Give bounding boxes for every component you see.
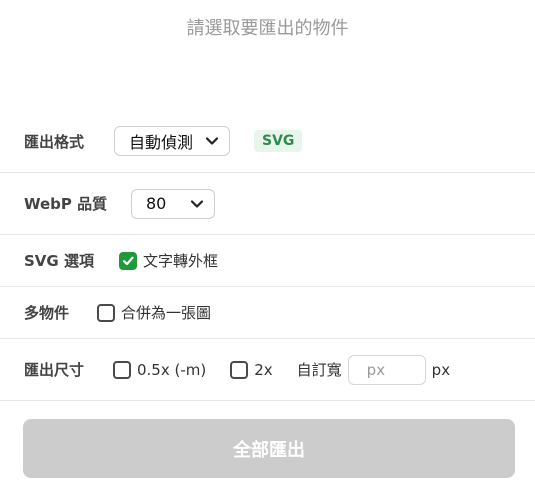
svg-options-label: SVG 選項: [24, 252, 94, 270]
webp-row: WebP 品質 80: [0, 173, 535, 235]
half-size-label: 0.5x (-m): [137, 360, 207, 379]
double-size-option[interactable]: 2x: [230, 360, 273, 379]
custom-width-input[interactable]: px: [347, 354, 426, 385]
webp-quality-value: 80: [146, 194, 167, 213]
format-row: 匯出格式 自動偵測 SVG: [0, 110, 535, 173]
half-size-option[interactable]: 0.5x (-m): [113, 360, 207, 379]
size-label: 匯出尺寸: [24, 361, 85, 379]
merge-checkbox[interactable]: [97, 303, 115, 322]
chevron-down-icon: [190, 199, 204, 208]
text-outline-option[interactable]: 文字轉外框: [119, 250, 218, 271]
webp-label: WebP 品質: [24, 195, 108, 213]
multi-label: 多物件: [24, 304, 70, 322]
half-size-checkbox[interactable]: [113, 360, 131, 379]
custom-width-unit: px: [431, 360, 451, 379]
size-row: 匯出尺寸 0.5x (-m) 2x 自訂寬 px px: [0, 339, 535, 401]
custom-width-label: 自訂寬: [296, 361, 342, 379]
format-label: 匯出格式: [24, 132, 85, 151]
checkmark-icon: [122, 256, 134, 265]
text-outline-checkbox[interactable]: [119, 251, 137, 270]
chevron-down-icon: [205, 137, 219, 145]
selection-hint: 請選取要匯出的物件: [186, 18, 349, 39]
format-select[interactable]: 自動偵測: [114, 126, 230, 156]
merge-label: 合併為一張圖: [121, 304, 212, 322]
text-outline-label: 文字轉外框: [143, 252, 219, 270]
format-badge: SVG: [254, 130, 303, 152]
merge-option[interactable]: 合併為一張圖: [97, 302, 211, 323]
double-size-label: 2x: [254, 360, 273, 379]
custom-width-placeholder: px: [366, 360, 386, 379]
export-all-button[interactable]: 全部匯出: [23, 419, 515, 478]
svg-options-row: SVG 選項 文字轉外框: [0, 235, 535, 287]
webp-quality-select[interactable]: 80: [131, 188, 215, 219]
format-select-value: 自動偵測: [129, 133, 194, 152]
multi-row: 多物件 合併為一張圖: [0, 287, 535, 339]
double-size-checkbox[interactable]: [230, 360, 249, 379]
